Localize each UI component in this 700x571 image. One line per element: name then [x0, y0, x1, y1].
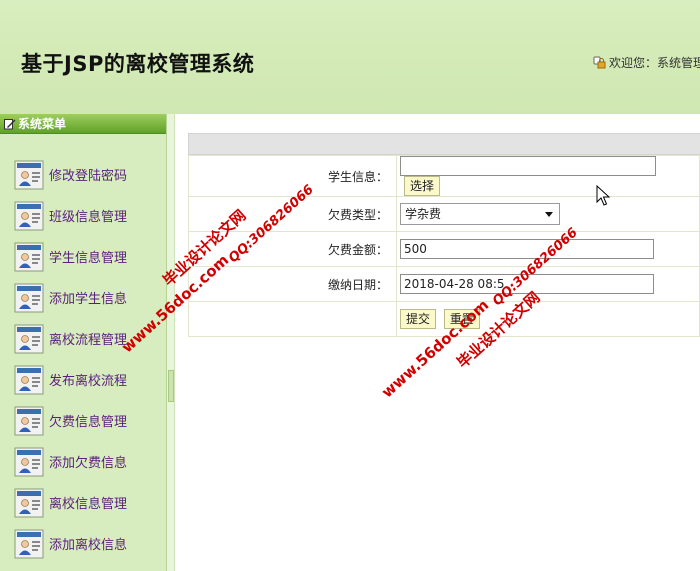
sidebar-item-label: 离校信息管理 [49, 497, 128, 512]
sidebar-item-label: 离校流程管理 [49, 333, 128, 348]
user-card-icon [14, 447, 44, 476]
sidebar-item-add-student[interactable]: 添加学生信息 [0, 277, 166, 318]
app-title: 基于JSP的离校管理系统 [21, 52, 255, 76]
sidebar-item-label: 添加离校信息 [49, 538, 128, 553]
sidebar-item-label: 添加学生信息 [49, 292, 128, 307]
sidebar-item-label: 修改登陆密码 [49, 169, 128, 184]
form-table: 学生信息： 选择 欠费类型： 学杂费 欠费金额： 缴纳日期： [188, 155, 700, 337]
amount-input[interactable] [400, 239, 654, 259]
student-label: 学生信息： [188, 155, 397, 197]
user-lock-icon [593, 56, 606, 69]
sidebar-item-label: 欠费信息管理 [49, 415, 128, 430]
welcome-label: 欢迎您：系统管理 [609, 56, 700, 70]
welcome-text: 欢迎您：系统管理 [593, 54, 700, 71]
submit-button[interactable]: 提交 [400, 309, 437, 329]
sidebar-item-student-info[interactable]: 学生信息管理 [0, 236, 166, 277]
header: 基于JSP的离校管理系统 欢迎您：系统管理 [0, 0, 700, 114]
form-row-date: 缴纳日期： [188, 266, 700, 302]
fee-type-value: 学杂费 [405, 207, 442, 221]
student-input[interactable] [400, 156, 656, 176]
form-row-student: 学生信息： 选择 [188, 155, 700, 197]
fee-type-cell: 学杂费 [396, 196, 700, 232]
sidebar-item-label: 发布离校流程 [49, 374, 128, 389]
sidebar-item-fee-info[interactable]: 欠费信息管理 [0, 400, 166, 441]
user-card-icon [14, 324, 44, 353]
user-card-icon [14, 201, 44, 230]
user-card-icon [14, 529, 44, 558]
edit-icon [4, 119, 16, 130]
user-card-icon [14, 160, 44, 189]
sidebar-item-class-info[interactable]: 班级信息管理 [0, 195, 166, 236]
chevron-down-icon [545, 212, 553, 217]
fee-type-select[interactable]: 学杂费 [400, 203, 560, 225]
user-card-icon [14, 488, 44, 517]
sidebar-item-publish-process[interactable]: 发布离校流程 [0, 359, 166, 400]
sidebar-title: 系统菜单 [18, 117, 67, 131]
sidebar-item-label: 添加欠费信息 [49, 456, 128, 471]
sidebar-item-add-fee[interactable]: 添加欠费信息 [0, 441, 166, 482]
choose-button[interactable]: 选择 [404, 176, 441, 196]
sidebar-item-label: 学生信息管理 [49, 251, 128, 266]
form-header-bar [188, 133, 700, 155]
mouse-cursor-icon [596, 185, 610, 206]
user-card-icon [14, 406, 44, 435]
frame-splitter[interactable] [167, 114, 175, 571]
sidebar-item-label: 班级信息管理 [49, 210, 128, 225]
sidebar-menu: 修改登陆密码 班级信息管理 学生信息管理 添加学生信息 离校流程管理 发布离校流… [0, 134, 166, 564]
sidebar-item-add-leave[interactable]: 添加离校信息 [0, 523, 166, 564]
actions-spacer [188, 301, 397, 337]
splitter-grip[interactable] [168, 370, 174, 402]
date-cell [396, 266, 700, 302]
user-card-icon [14, 242, 44, 271]
sidebar-item-leave-info[interactable]: 离校信息管理 [0, 482, 166, 523]
user-card-icon [14, 365, 44, 394]
student-cell: 选择 [396, 155, 700, 197]
sidebar-header: 系统菜单 [0, 114, 166, 134]
user-card-icon [14, 283, 44, 312]
sidebar-item-change-password[interactable]: 修改登陆密码 [0, 154, 166, 195]
